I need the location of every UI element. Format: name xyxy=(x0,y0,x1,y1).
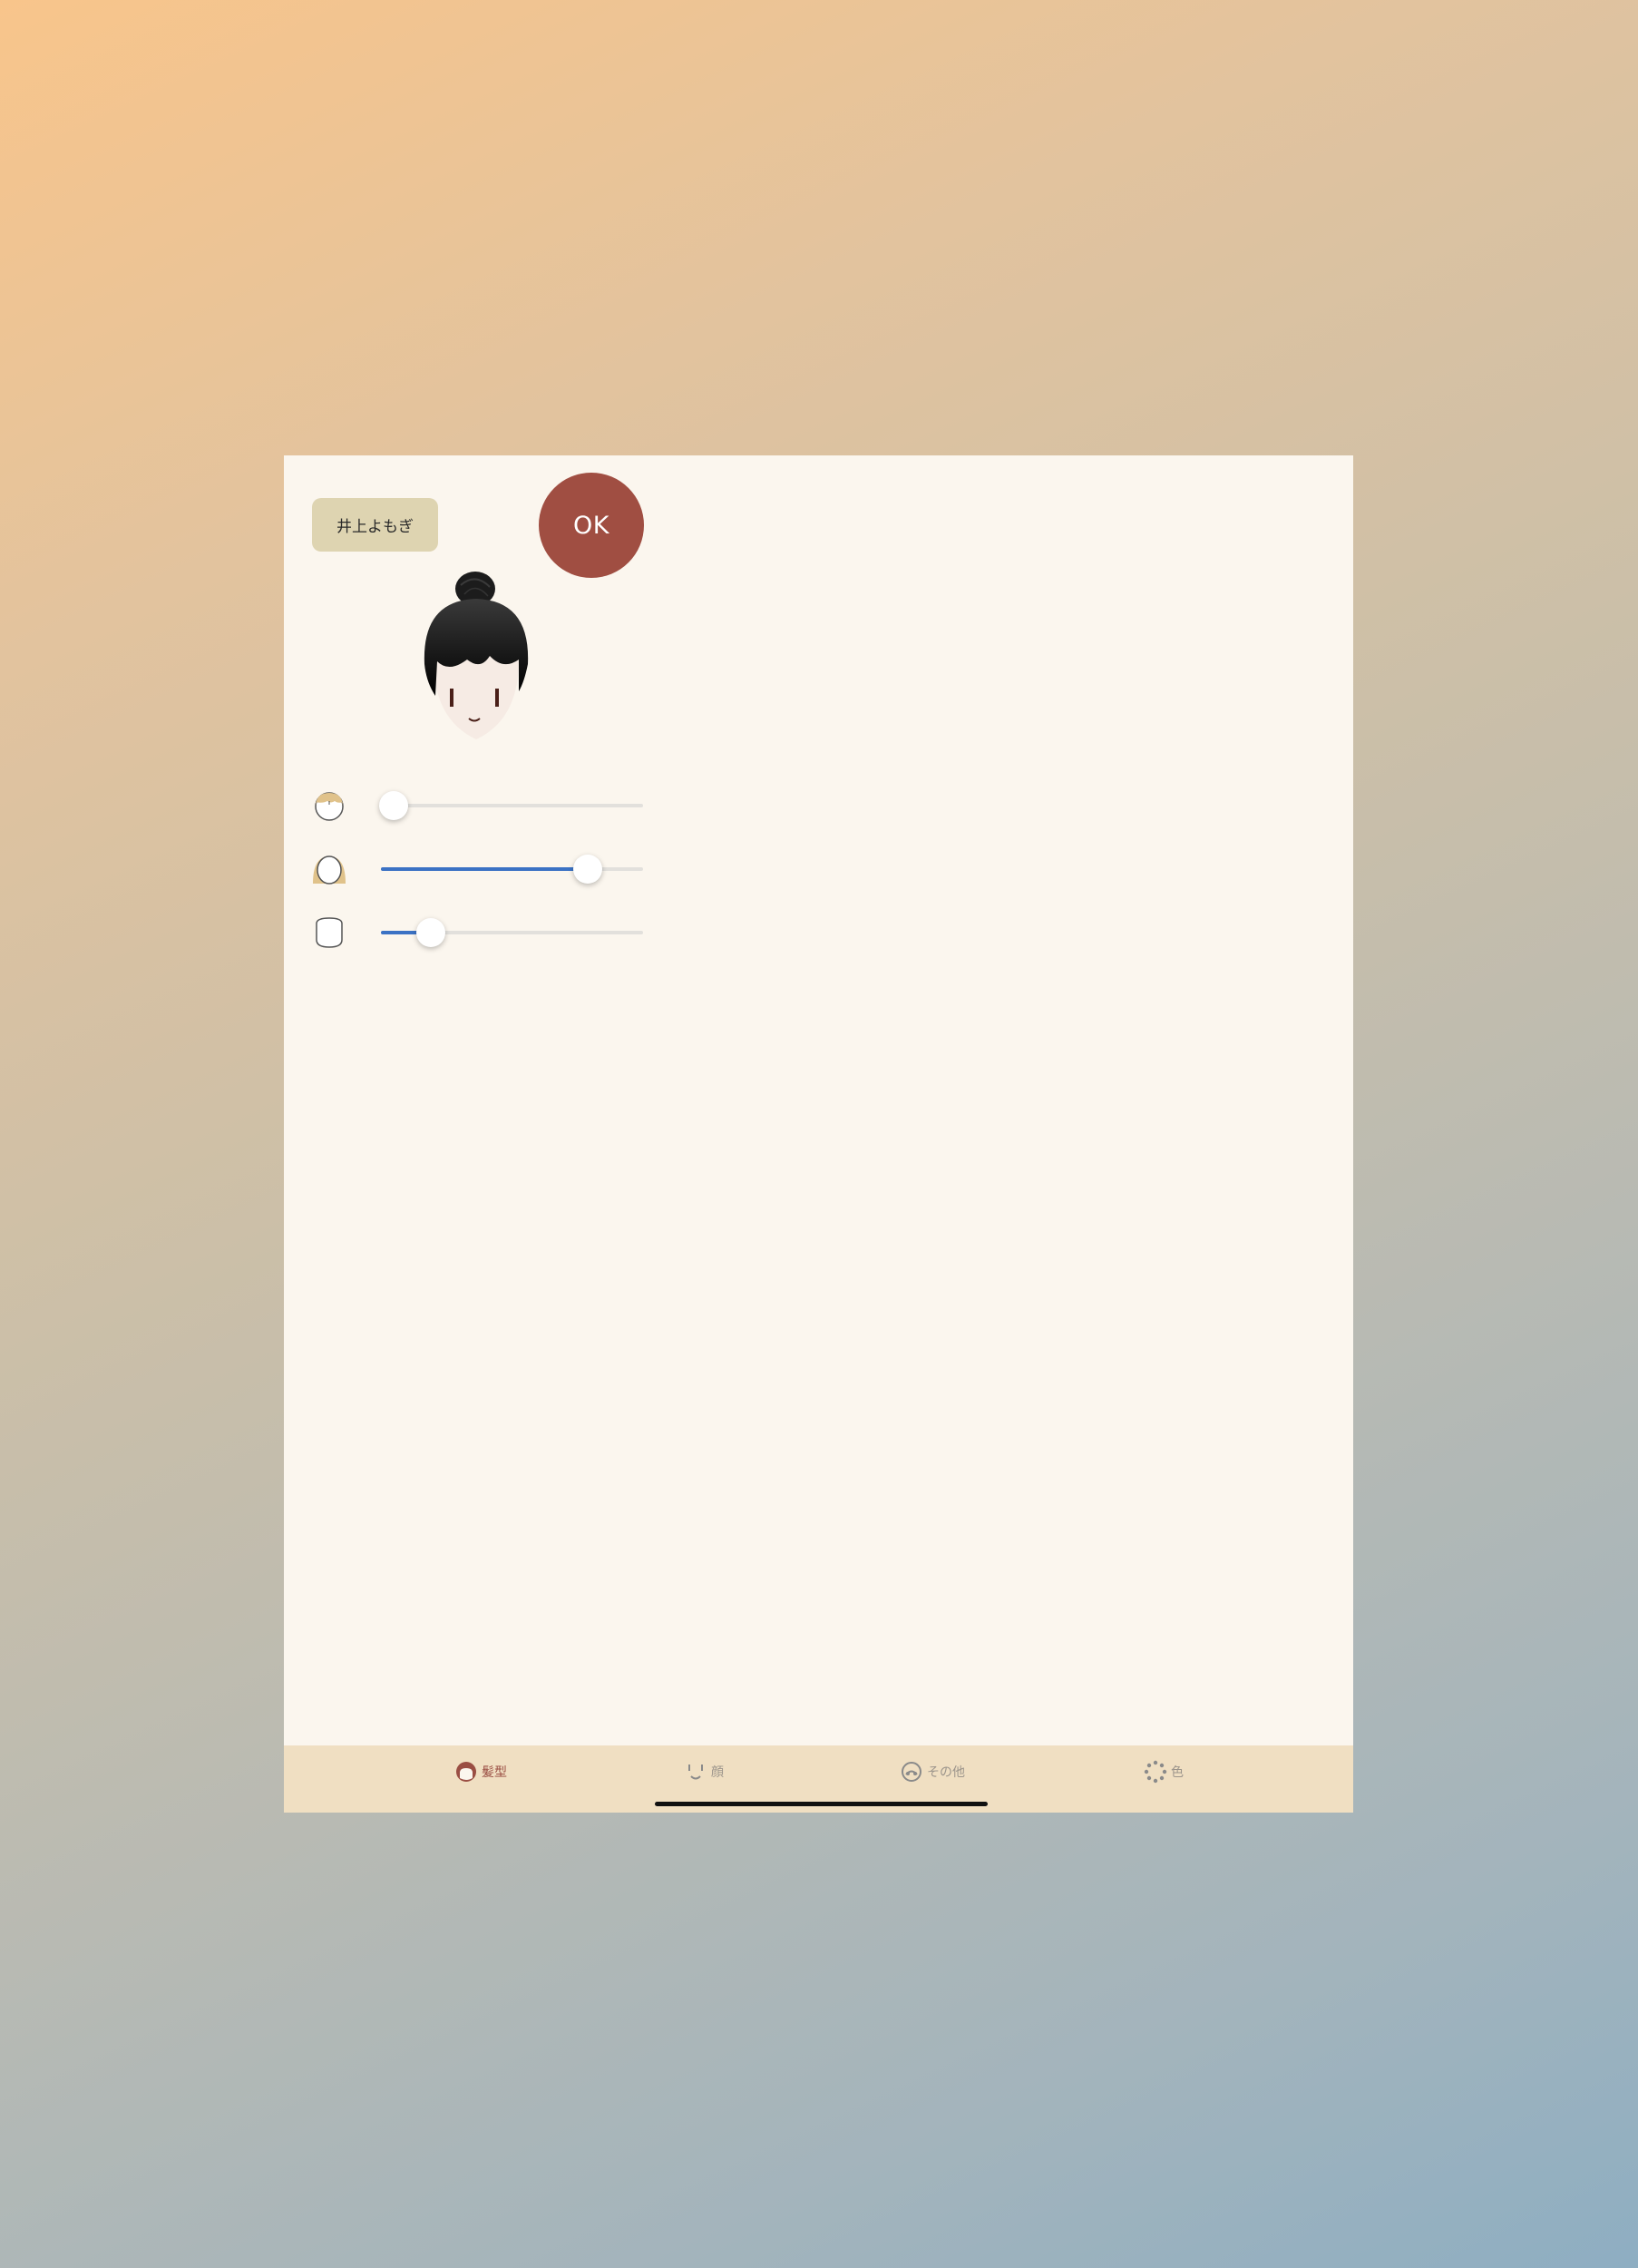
tab-color-label: 色 xyxy=(1171,1765,1184,1780)
home-indicator xyxy=(655,1802,988,1806)
slider-row-length xyxy=(311,846,674,891)
volume-slider[interactable] xyxy=(381,918,643,947)
length-slider-fill xyxy=(381,867,589,871)
slider-row-bangs xyxy=(311,782,674,827)
avatar-preview xyxy=(424,572,529,739)
tab-hair-label: 髪型 xyxy=(482,1765,507,1780)
volume-slider-thumb[interactable] xyxy=(415,918,445,947)
length-slider[interactable] xyxy=(381,855,643,884)
bangs-slider-thumb[interactable] xyxy=(379,791,409,820)
slider-row-volume xyxy=(311,909,674,954)
tab-face-label: 顔 xyxy=(711,1765,724,1780)
tab-other-label: その他 xyxy=(927,1765,965,1780)
tab-face[interactable]: 顔 xyxy=(684,1758,724,1785)
bangs-hair-icon xyxy=(315,792,344,821)
face-icon xyxy=(688,1765,703,1780)
long-hair-icon xyxy=(313,855,346,885)
hair-icon xyxy=(456,1762,476,1782)
bangs-slider[interactable] xyxy=(379,791,643,820)
face-outline-icon xyxy=(316,917,343,948)
name-tag-button[interactable]: 井上よもぎ xyxy=(312,498,438,552)
ok-button[interactable]: OK xyxy=(539,473,644,578)
editor-panel: 井上よもぎ OK 髪型 顔 その他 色 xyxy=(284,455,1353,1813)
accessory-icon xyxy=(902,1762,921,1782)
length-slider-thumb[interactable] xyxy=(573,855,603,884)
tab-hair[interactable]: 髪型 xyxy=(454,1758,507,1785)
color-palette-icon xyxy=(1144,1760,1167,1784)
tab-color[interactable]: 色 xyxy=(1144,1758,1184,1785)
tab-other[interactable]: その他 xyxy=(900,1758,965,1785)
